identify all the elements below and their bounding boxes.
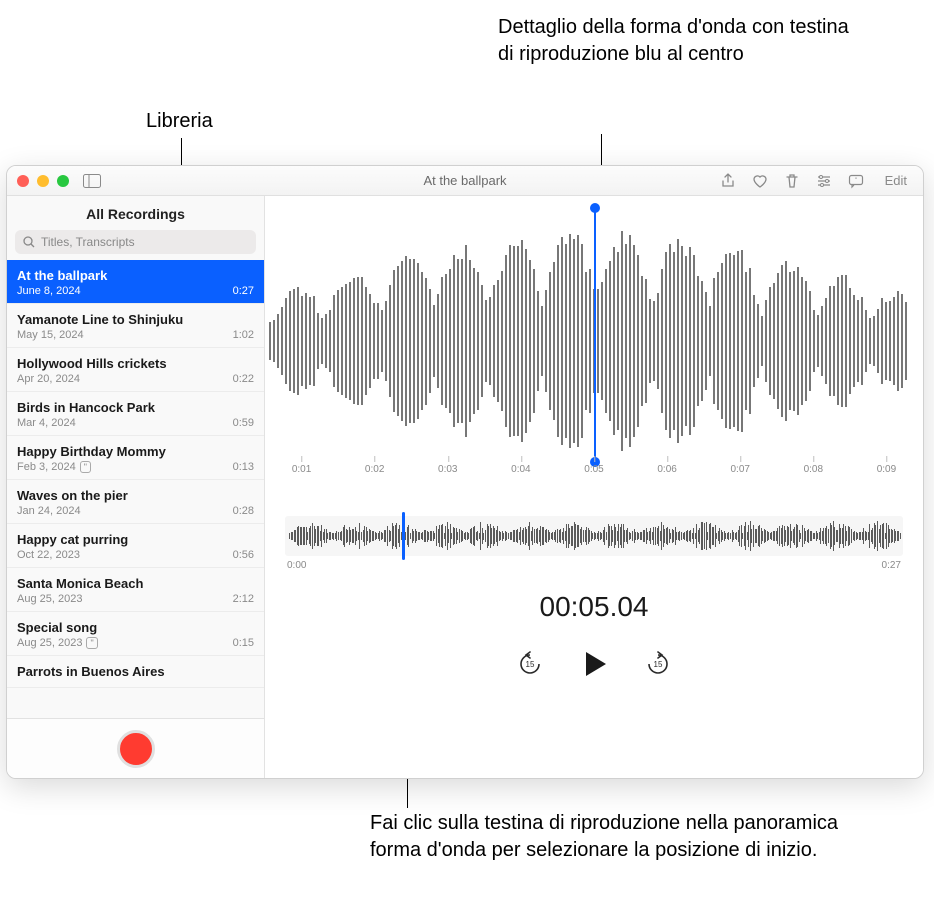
recording-title: Waves on the pier (17, 488, 254, 503)
svg-text:": " (855, 178, 857, 184)
titlebar: At the ballpark " Edit (7, 166, 923, 196)
skip-back-button[interactable]: 15 (517, 651, 543, 682)
waveform-detail[interactable]: 0:01 0:02 0:03 0:04 0:05 0:06 0:07 0:08 0:09 (265, 196, 923, 496)
minimize-window-button[interactable] (37, 175, 49, 187)
recording-title: Santa Monica Beach (17, 576, 254, 591)
timeline-tick: 0:02 (365, 464, 384, 475)
recording-item[interactable]: Parrots in Buenos Aires (7, 656, 264, 688)
favorite-icon[interactable] (751, 172, 769, 190)
timeline-tick: 0:05 (584, 464, 603, 475)
timeline-ruler: 0:01 0:02 0:03 0:04 0:05 0:06 0:07 0:08 0:09 (265, 464, 923, 490)
recording-meta: May 15, 20241:02 (17, 329, 254, 341)
transcript-badge-icon: " (80, 461, 91, 473)
recording-item[interactable]: Hollywood Hills crickets Apr 20, 20240:22 (7, 348, 264, 392)
app-window: At the ballpark " Edit All Recordings Ti… (6, 165, 924, 779)
record-button[interactable] (117, 730, 155, 768)
recording-meta: June 8, 20240:27 (17, 285, 254, 297)
play-button[interactable] (577, 647, 611, 686)
recording-item[interactable]: Birds in Hancock Park Mar 4, 20240:59 (7, 392, 264, 436)
share-icon[interactable] (719, 172, 737, 190)
recording-title: Happy cat purring (17, 532, 254, 547)
recording-item[interactable]: At the ballpark June 8, 20240:27 (7, 260, 264, 304)
sidebar-footer (7, 718, 264, 778)
edit-button[interactable]: Edit (879, 171, 913, 190)
playhead-detail[interactable] (594, 208, 596, 462)
recording-item[interactable]: Waves on the pier Jan 24, 20240:28 (7, 480, 264, 524)
timeline-tick: 0:07 (730, 464, 749, 475)
recording-meta: Aug 25, 20232:12 (17, 593, 254, 605)
search-input[interactable]: Titles, Transcripts (15, 230, 256, 254)
svg-text:15: 15 (654, 660, 663, 669)
main-pane: 0:01 0:02 0:03 0:04 0:05 0:06 0:07 0:08 0:09 0:0… (265, 196, 923, 778)
overview-end-time: 0:27 (882, 560, 901, 571)
timeline-tick: 0:09 (877, 464, 896, 475)
waveform-overview[interactable] (285, 516, 903, 556)
timeline-tick: 0:06 (657, 464, 676, 475)
recording-meta: Jan 24, 20240:28 (17, 505, 254, 517)
recording-title: Hollywood Hills crickets (17, 356, 254, 371)
timeline-tick: 0:08 (804, 464, 823, 475)
recordings-list: At the ballpark June 8, 20240:27 Yamanote … (7, 260, 264, 718)
sidebar: All Recordings Titles, Transcripts At th… (7, 196, 265, 778)
window-controls (17, 175, 69, 187)
recording-title: Parrots in Buenos Aires (17, 664, 254, 679)
recording-item[interactable]: Happy cat purring Oct 22, 20230:56 (7, 524, 264, 568)
recording-meta: Mar 4, 20240:59 (17, 417, 254, 429)
sidebar-header: All Recordings (7, 196, 264, 230)
callout-detail: Dettaglio della forma d'onda con testina… (498, 14, 858, 68)
recording-item[interactable]: Happy Birthday Mommy Feb 3, 2024"0:13 (7, 436, 264, 480)
recording-title: Yamanote Line to Shinjuku (17, 312, 254, 327)
transcript-badge-icon: " (86, 637, 97, 649)
playhead-overview[interactable] (402, 512, 405, 560)
recording-meta: Feb 3, 2024"0:13 (17, 461, 254, 473)
transcript-icon[interactable]: " (847, 172, 865, 190)
fullscreen-window-button[interactable] (57, 175, 69, 187)
current-time: 00:05.04 (265, 591, 923, 623)
recording-item[interactable]: Yamanote Line to Shinjuku May 15, 20241:0… (7, 304, 264, 348)
recording-title: Happy Birthday Mommy (17, 444, 254, 459)
settings-icon[interactable] (815, 172, 833, 190)
recording-item[interactable]: Special song Aug 25, 2023"0:15 (7, 612, 264, 656)
search-placeholder: Titles, Transcripts (41, 235, 135, 249)
recording-meta: Aug 25, 2023"0:15 (17, 637, 254, 649)
recording-title: Birds in Hancock Park (17, 400, 254, 415)
recording-item[interactable]: Santa Monica Beach Aug 25, 20232:12 (7, 568, 264, 612)
timeline-tick: 0:03 (438, 464, 457, 475)
skip-forward-button[interactable]: 15 (645, 651, 671, 682)
callout-library: Libreria (146, 108, 213, 135)
recording-title: Special song (17, 620, 254, 635)
close-window-button[interactable] (17, 175, 29, 187)
recording-title: At the ballpark (17, 268, 254, 283)
svg-text:15: 15 (526, 660, 535, 669)
trash-icon[interactable] (783, 172, 801, 190)
recording-meta: Oct 22, 20230:56 (17, 549, 254, 561)
timeline-tick: 0:01 (292, 464, 311, 475)
timeline-tick: 0:04 (511, 464, 530, 475)
sidebar-toggle-icon[interactable] (83, 174, 101, 188)
recording-meta: Apr 20, 20240:22 (17, 373, 254, 385)
overview-start-time: 0:00 (287, 560, 306, 571)
callout-overview: Fai clic sulla testina di riproduzione n… (370, 810, 890, 864)
search-icon (23, 236, 35, 248)
